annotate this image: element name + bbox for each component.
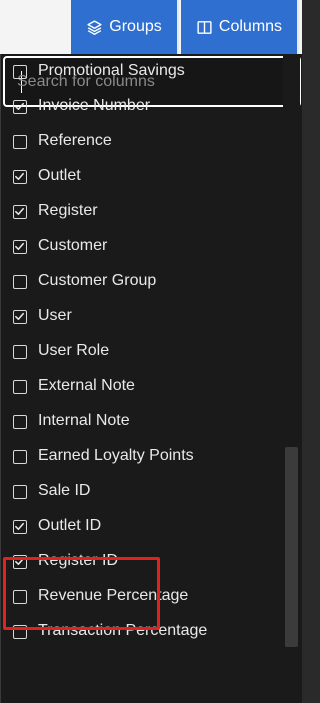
column-option[interactable]: Outlet [0,159,290,194]
checkbox-checked[interactable] [13,520,27,534]
checkbox[interactable] [13,590,27,604]
checkbox-checked[interactable] [13,205,27,219]
groups-button[interactable]: Groups [71,0,179,54]
column-option[interactable]: Reference [0,124,290,159]
checkbox[interactable] [13,380,27,394]
column-option-label: Register [38,202,98,219]
column-option[interactable]: Sale ID [0,474,290,509]
column-option-label: Transaction Percentage [38,622,208,639]
checkbox[interactable] [13,625,27,639]
column-option[interactable]: Invoice Number [0,89,290,124]
groups-button-label: Groups [109,18,162,35]
column-option-label: External Note [38,377,135,394]
column-option[interactable]: Revenue Percentage [0,579,290,614]
scrollbar[interactable] [283,54,300,649]
checkbox[interactable] [13,135,27,149]
column-option[interactable]: Customer [0,229,290,264]
column-option-label: Promotional Savings [38,62,185,79]
columns-icon [196,19,213,36]
column-list: Promotional Savings Invoice Number Referen… [0,54,290,649]
checkbox-checked[interactable] [13,240,27,254]
checkbox[interactable] [13,485,27,499]
column-option-label: Reference [38,132,112,149]
scrollbar-thumb[interactable] [285,447,298,647]
column-option-label: Internal Note [38,412,130,429]
column-option[interactable]: Register ID [0,544,290,579]
column-option[interactable]: Register [0,194,290,229]
column-option[interactable]: Promotional Savings [0,54,290,89]
column-option-label: Customer Group [38,272,157,289]
column-option-label: Earned Loyalty Points [38,447,194,464]
columns-button-label: Columns [218,18,283,35]
column-option-label: User Role [38,342,110,359]
column-option-label: Sale ID [38,482,91,499]
checkbox-checked[interactable] [13,310,27,324]
checkbox[interactable] [13,275,27,289]
columns-button[interactable]: Columns [181,0,299,54]
column-option[interactable]: Outlet ID [0,509,290,544]
column-option-label: Revenue Percentage [38,587,189,604]
column-option-label: Outlet [38,167,81,184]
column-option[interactable]: User Role [0,334,290,369]
column-option[interactable]: Earned Loyalty Points [0,439,290,474]
checkbox[interactable] [13,450,27,464]
column-option-label: User [38,307,72,324]
column-option-label: Customer [38,237,108,254]
column-option[interactable]: Customer Group [0,264,290,299]
layers-icon [86,19,103,36]
toolbar: Groups Columns [0,0,302,55]
checkbox[interactable] [13,345,27,359]
column-option-label: Invoice Number [38,97,151,114]
column-option-label: Register ID [38,552,119,569]
checkbox-checked[interactable] [13,170,27,184]
column-option[interactable]: Internal Note [0,404,290,439]
checkbox-checked[interactable] [13,100,27,114]
checkbox-checked[interactable] [13,555,27,569]
column-option[interactable]: Transaction Percentage [0,614,290,649]
checkbox[interactable] [13,65,27,79]
column-option-label: Outlet ID [38,517,102,534]
column-option[interactable]: External Note [0,369,290,404]
checkbox[interactable] [13,415,27,429]
column-option[interactable]: User [0,299,290,334]
